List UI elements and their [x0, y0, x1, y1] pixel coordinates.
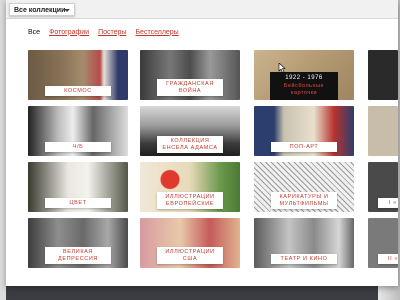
tile-partial-2[interactable] [368, 106, 398, 156]
tile-label: Иллюстрации США [157, 247, 223, 264]
tile-image [368, 50, 398, 100]
collection-grid: Космос Гражданская война 1922 - 1976 Бей… [28, 50, 398, 286]
collection-select[interactable]: Все коллекции [9, 3, 75, 16]
tile-partial-1[interactable] [368, 50, 398, 100]
tile-cartoons[interactable]: Карикатуры и мультфильмы [254, 162, 354, 212]
tile-label: Иллюстрации европейские [157, 192, 223, 209]
tile-label: Ч/Б [45, 141, 111, 152]
tile-bw[interactable]: Ч/Б [28, 106, 128, 156]
tile-years: 1922 - 1976 [285, 75, 323, 81]
tab-all[interactable]: Все [28, 29, 40, 36]
app-window: Все коллекции Все Фотографии Постеры Бес… [6, 0, 398, 286]
top-bar: Все коллекции [6, 0, 398, 19]
tile-great-depression[interactable]: Великая депрессия [28, 218, 128, 268]
filter-tabs: Все Фотографии Постеры Бестселлеры [28, 26, 179, 38]
tile-european-illustrations[interactable]: Иллюстрации европейские [140, 162, 240, 212]
tile-label: Карикатуры и мультфильмы [271, 192, 337, 209]
tile-ansel-adams[interactable]: Коллекция Енсела Адамса [140, 106, 240, 156]
collection-select-label: Все коллекции [14, 7, 66, 14]
tile-baseball-cards[interactable]: 1922 - 1976 Бейсбольные карточки [254, 50, 354, 100]
tile-image [368, 106, 398, 156]
tile-partial-4[interactable]: II « [368, 218, 398, 268]
tile-us-illustrations[interactable]: Иллюстрации США [140, 218, 240, 268]
tile-label: Коллекция Енсела Адамса [157, 136, 223, 153]
tile-civil-war[interactable]: Гражданская война [140, 50, 240, 100]
tile-color[interactable]: Цвет [28, 162, 128, 212]
tab-photos[interactable]: Фотографии [49, 29, 89, 36]
tab-bestsellers[interactable]: Бестселлеры [135, 29, 178, 36]
tile-label: Поп-арт [271, 141, 337, 152]
tile-label: Гражданская война [157, 79, 223, 96]
tile-space[interactable]: Космос [28, 50, 128, 100]
tile-theater-film[interactable]: Театр и кино [254, 218, 354, 268]
tile-hover-overlay: 1922 - 1976 Бейсбольные карточки [270, 72, 338, 100]
tile-label: II « [378, 253, 398, 264]
mouse-pointer-icon [278, 63, 286, 73]
tile-label: Великая депрессия [45, 247, 111, 264]
chevron-down-icon [64, 9, 70, 12]
tile-pop-art[interactable]: Поп-арт [254, 106, 354, 156]
tile-label: Театр и кино [271, 253, 337, 264]
tile-partial-3[interactable]: I « [368, 162, 398, 212]
tile-label: Космос [45, 85, 111, 96]
tile-title: Бейсбольные карточки [283, 83, 325, 96]
tile-label: I « [378, 197, 398, 208]
tab-posters[interactable]: Постеры [98, 29, 126, 36]
tile-label: Цвет [45, 197, 111, 208]
